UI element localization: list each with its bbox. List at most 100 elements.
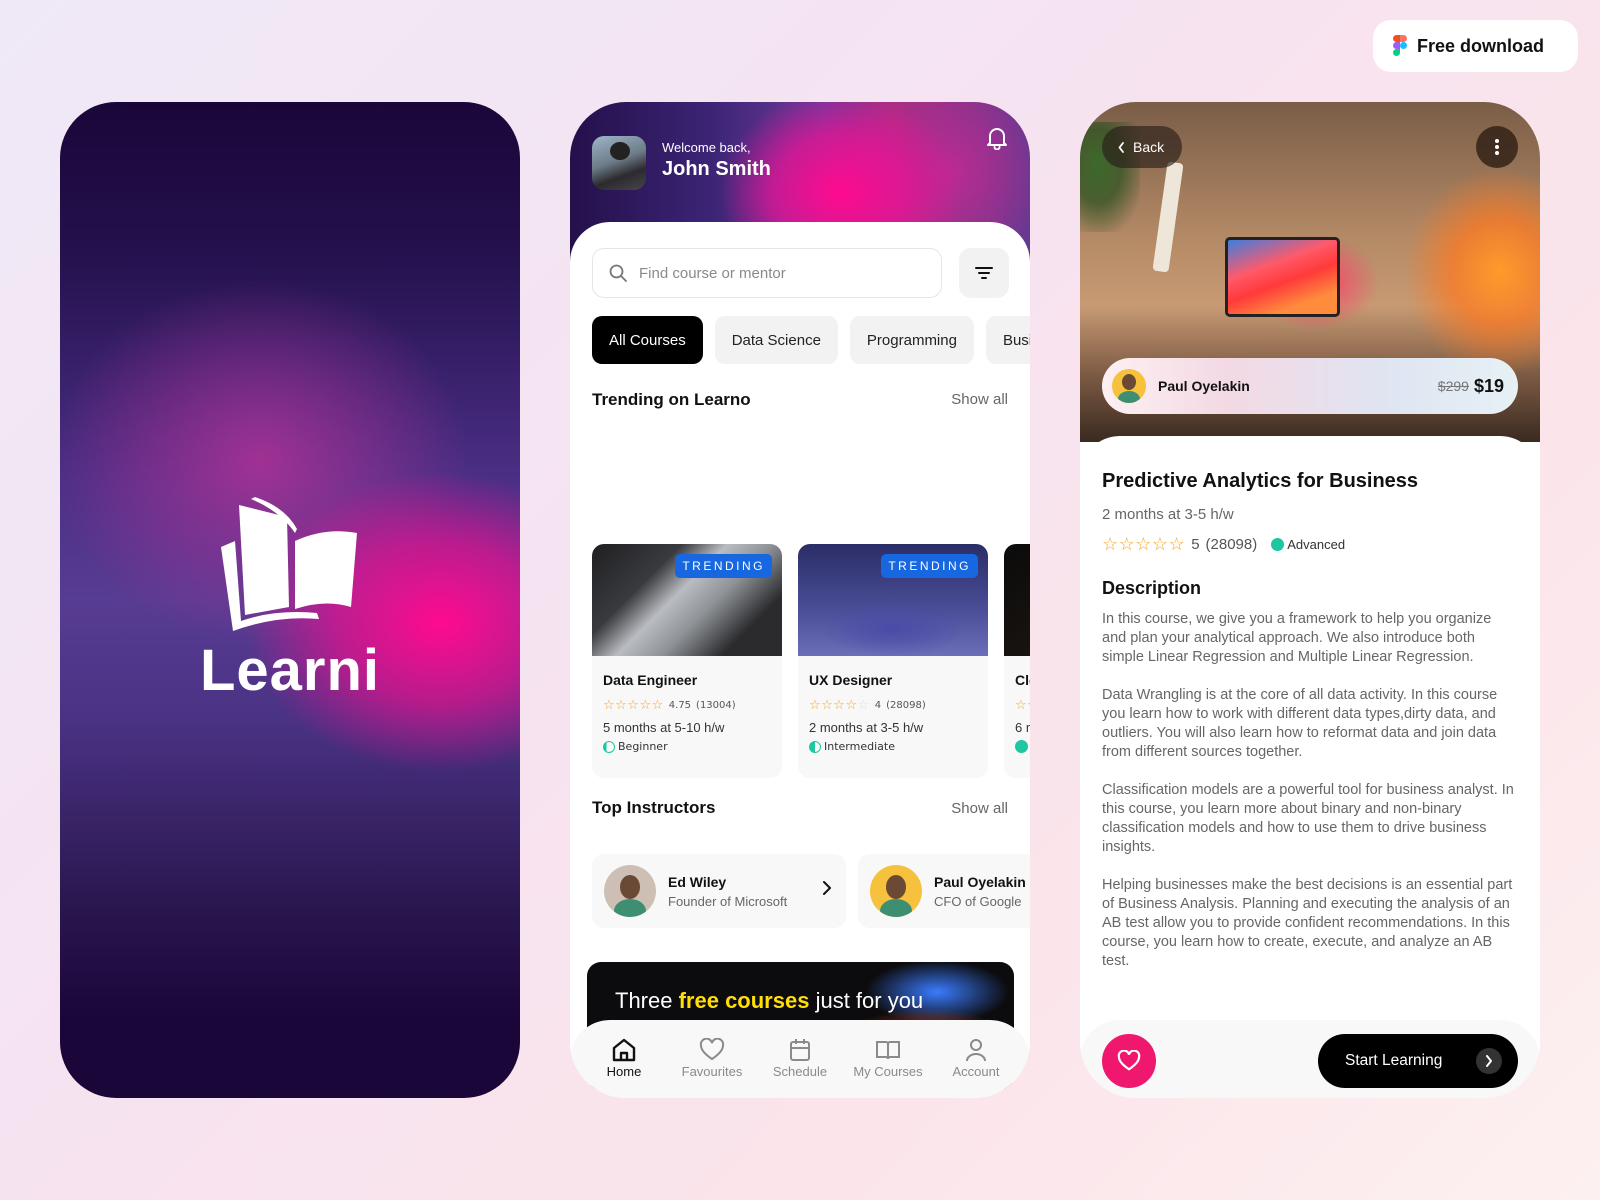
search-input[interactable] bbox=[639, 264, 909, 282]
back-button[interactable]: Back bbox=[1102, 126, 1182, 168]
instructor-price-bar: Paul Oyelakin $299 $19 bbox=[1102, 358, 1518, 414]
back-label: Back bbox=[1133, 139, 1165, 155]
bell-icon bbox=[987, 128, 1007, 151]
instructor-name: Paul Oyelakin bbox=[934, 873, 1026, 890]
course-rating: ☆☆☆☆☆ 4.75 (13004) bbox=[603, 698, 736, 713]
tab-home[interactable]: Home bbox=[584, 1038, 664, 1098]
tab-account[interactable]: Account bbox=[936, 1038, 1016, 1098]
splash-logo: Learni bbox=[60, 497, 520, 704]
review-count: (28098) bbox=[886, 700, 926, 711]
tab-my-courses[interactable]: My Courses bbox=[848, 1038, 928, 1098]
current-price: $19 bbox=[1473, 375, 1504, 396]
tab-label: Favourites bbox=[681, 1064, 743, 1079]
more-options-button[interactable] bbox=[1476, 126, 1518, 168]
search-field[interactable] bbox=[592, 248, 942, 298]
star-rating-icons: ☆☆☆☆☆ bbox=[603, 698, 664, 713]
category-chip-programming[interactable]: Programming bbox=[849, 316, 974, 364]
tab-label: My Courses bbox=[853, 1064, 923, 1079]
promo-text-after: just for you bbox=[809, 988, 924, 1013]
notification-button[interactable] bbox=[986, 126, 1008, 154]
course-level bbox=[1015, 740, 1028, 753]
trending-courses-list: TRENDING Data Engineer ☆☆☆☆☆ 4.75 (13004… bbox=[592, 544, 1030, 778]
category-chips: All Courses Data Science Programming Bus… bbox=[592, 316, 1030, 364]
start-learning-button[interactable]: Start Learning bbox=[1318, 1034, 1518, 1088]
arrow-circle bbox=[1476, 1048, 1502, 1074]
level-indicator-icon bbox=[1271, 538, 1285, 551]
instructor-role: CFO of Google bbox=[934, 893, 1022, 909]
welcome-text: Welcome back, bbox=[662, 140, 751, 155]
promo-headline: Three free courses just for you bbox=[615, 988, 923, 1014]
chevron-right-icon bbox=[823, 881, 831, 895]
course-duration: 6 months bbox=[1015, 720, 1030, 735]
chevron-right-icon bbox=[1486, 1055, 1492, 1067]
star-rating-icons: ☆☆☆☆☆ bbox=[1015, 698, 1030, 713]
category-chip-all-courses[interactable]: All Courses bbox=[592, 316, 703, 364]
course-rating: ☆☆☆☆☆ bbox=[1015, 698, 1030, 713]
instructor-avatar[interactable] bbox=[1112, 369, 1146, 403]
course-level: Advanced bbox=[1271, 537, 1345, 552]
trending-badge: TRENDING bbox=[881, 554, 978, 578]
course-title: Data Engineer bbox=[603, 672, 698, 688]
tab-label: Account bbox=[952, 1064, 1000, 1079]
category-chip-business[interactable]: Business bbox=[985, 316, 1030, 364]
chevron-left-icon bbox=[1118, 141, 1124, 153]
level-label: Intermediate bbox=[824, 740, 895, 753]
category-chip-data-science[interactable]: Data Science bbox=[714, 316, 838, 364]
trending-badge: TRENDING bbox=[675, 554, 772, 578]
course-card[interactable]: Cloud ☆☆☆☆☆ 6 months bbox=[1004, 544, 1030, 778]
home-content: All Courses Data Science Programming Bus… bbox=[570, 222, 1030, 1098]
course-card[interactable]: TRENDING Data Engineer ☆☆☆☆☆ 4.75 (13004… bbox=[592, 544, 782, 778]
course-title: Cloud bbox=[1015, 672, 1030, 688]
instructors-show-all-link[interactable]: Show all bbox=[951, 800, 1008, 817]
detail-action-bar: Start Learning bbox=[1080, 1020, 1540, 1098]
tab-label: Home bbox=[606, 1064, 642, 1079]
rating-value: 5 bbox=[1191, 536, 1200, 553]
home-icon bbox=[612, 1038, 636, 1062]
course-detail-screen: Back Paul Oyelakin $299 $19 Predictive A… bbox=[1080, 102, 1540, 1098]
course-duration: 2 months at 3-5 h/w bbox=[809, 720, 924, 735]
trending-show-all-link[interactable]: Show all bbox=[951, 391, 1008, 408]
tab-favourites[interactable]: Favourites bbox=[672, 1038, 752, 1098]
description-paragraph: Data Wrangling is at the core of all dat… bbox=[1102, 687, 1498, 760]
book-icon bbox=[876, 1041, 900, 1060]
instructor-name[interactable]: Paul Oyelakin bbox=[1158, 378, 1438, 394]
course-duration: 2 months at 3-5 h/w bbox=[1102, 506, 1234, 523]
more-vertical-icon bbox=[1495, 139, 1499, 155]
course-image: TRENDING bbox=[592, 544, 782, 656]
instructor-avatar bbox=[870, 865, 922, 917]
home-screen: Welcome back, John Smith All Courses Dat… bbox=[570, 102, 1030, 1098]
instructor-name: Ed Wiley bbox=[668, 873, 727, 890]
course-level: Beginner bbox=[603, 740, 668, 753]
user-name: John Smith bbox=[662, 158, 771, 180]
free-download-button[interactable]: Free download bbox=[1373, 20, 1578, 72]
description-title: Description bbox=[1102, 578, 1202, 598]
promo-text-before: Three bbox=[615, 988, 679, 1013]
review-count: (28098) bbox=[1205, 536, 1258, 553]
search-icon bbox=[609, 264, 627, 282]
tab-schedule[interactable]: Schedule bbox=[760, 1038, 840, 1098]
filter-button[interactable] bbox=[959, 248, 1009, 298]
instructor-card[interactable]: Ed Wiley Founder of Microsoft bbox=[592, 854, 846, 928]
trending-title: Trending on Learno bbox=[592, 390, 751, 409]
start-learning-label: Start Learning bbox=[1345, 1052, 1443, 1069]
user-avatar[interactable] bbox=[592, 136, 646, 190]
tab-label: Schedule bbox=[772, 1064, 828, 1079]
heart-icon bbox=[1117, 1050, 1141, 1071]
instructor-card[interactable]: Paul Oyelakin CFO of Google bbox=[858, 854, 1030, 928]
open-book-icon bbox=[221, 497, 357, 631]
course-level: Intermediate bbox=[809, 740, 895, 753]
hero-lamp-decoration bbox=[1152, 161, 1184, 273]
instructor-avatar bbox=[604, 865, 656, 917]
calendar-icon bbox=[790, 1039, 810, 1061]
top-instructors-list: Ed Wiley Founder of Microsoft Paul Oyela… bbox=[592, 854, 1030, 928]
course-card[interactable]: TRENDING UX Designer ☆☆☆☆☆ 4 (28098) 2 m… bbox=[798, 544, 988, 778]
course-duration: 5 months at 5-10 h/w bbox=[603, 720, 725, 735]
bottom-tab-bar: Home Favourites Schedule My Courses Acco… bbox=[570, 1020, 1030, 1098]
course-image bbox=[1004, 544, 1030, 656]
description-paragraph: Classification models are a powerful too… bbox=[1102, 782, 1514, 855]
hero-laptop-decoration bbox=[1225, 237, 1340, 317]
original-price: $299 bbox=[1437, 378, 1469, 394]
favourite-button[interactable] bbox=[1102, 1034, 1156, 1088]
level-indicator-icon bbox=[1015, 740, 1028, 753]
star-rating-icons: ☆☆☆☆☆ bbox=[809, 698, 870, 713]
